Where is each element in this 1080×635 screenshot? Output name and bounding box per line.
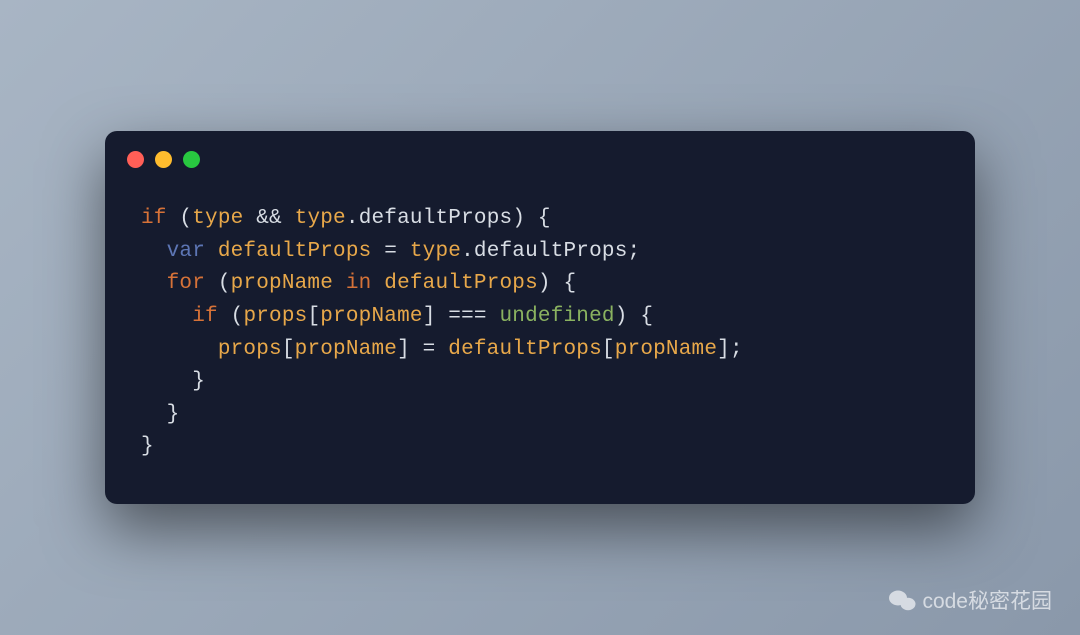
wechat-icon (888, 588, 916, 612)
code-content: if (type && type.defaultProps) { var def… (105, 173, 975, 503)
code-editor-window: if (type && type.defaultProps) { var def… (105, 131, 975, 503)
code-line-7: } (141, 403, 179, 426)
code-line-5: props[propName] = defaultProps[propName]… (141, 338, 743, 361)
code-line-3: for (propName in defaultProps) { (141, 272, 576, 295)
window-titlebar (105, 131, 975, 173)
code-line-4: if (props[propName] === undefined) { (141, 305, 653, 328)
code-line-6: } (141, 370, 205, 393)
minimize-icon[interactable] (155, 151, 172, 168)
watermark: code秘密花园 (888, 585, 1052, 615)
code-line-1: if (type && type.defaultProps) { (141, 207, 551, 230)
watermark-label: code秘密花园 (922, 585, 1052, 615)
code-line-2: var defaultProps = type.defaultProps; (141, 240, 640, 263)
code-line-8: } (141, 435, 154, 458)
zoom-icon[interactable] (183, 151, 200, 168)
close-icon[interactable] (127, 151, 144, 168)
